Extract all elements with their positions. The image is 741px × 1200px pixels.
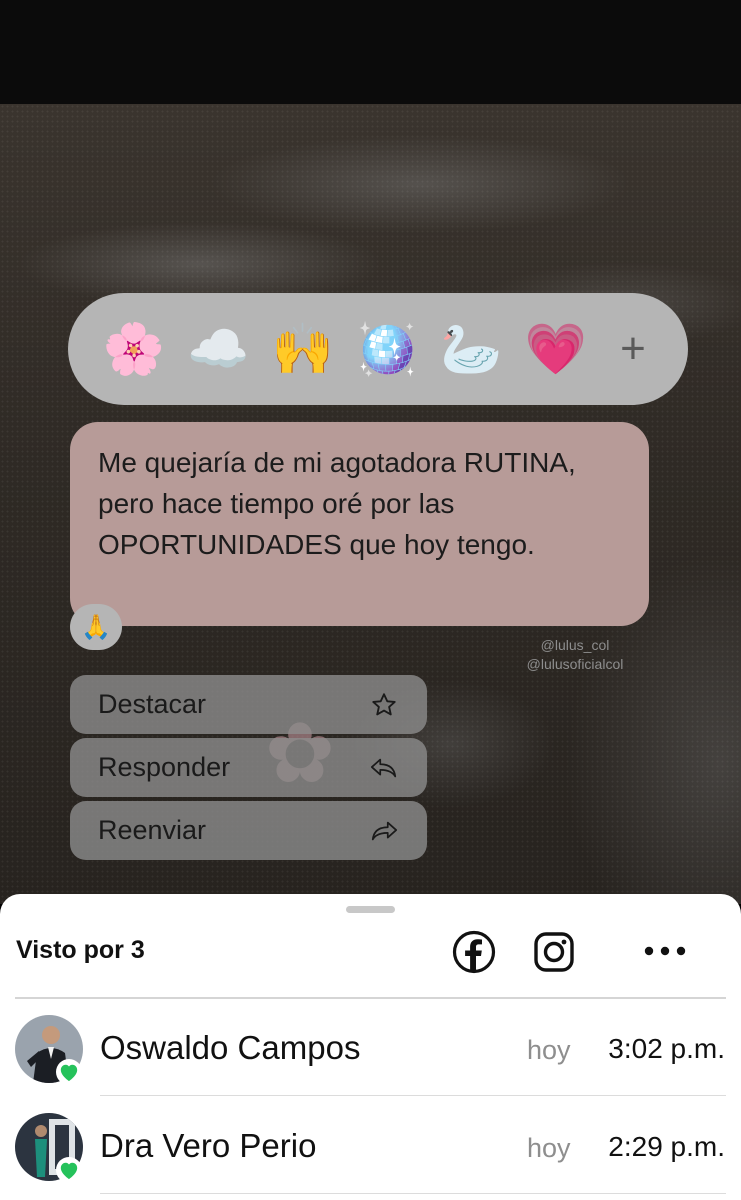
menu-item-label: Reenviar — [98, 815, 207, 845]
add-reaction-button[interactable]: + — [608, 324, 658, 374]
star-icon — [369, 690, 399, 720]
instagram-icon[interactable] — [532, 930, 576, 974]
menu-item-forward[interactable]: Reenviar — [70, 801, 427, 860]
reaction-growing-heart[interactable]: 💗 — [524, 324, 588, 374]
viewer-row[interactable]: Oswaldo Campos hoy 3:02 p.m. — [0, 999, 741, 1097]
menu-item-label: Destacar — [98, 689, 207, 719]
menu-item-reply[interactable]: Responder — [70, 738, 427, 797]
status-message-bubble[interactable]: Me quejaría de mi agotadora RUTINA, pero… — [70, 422, 649, 626]
watermark: @lulus_col @lulusoficialcol — [500, 636, 650, 674]
message-text: Me quejaría de mi agotadora RUTINA, pero… — [98, 447, 576, 560]
status-top-bar — [0, 0, 741, 104]
viewer-time: 3:02 p.m. — [608, 1033, 725, 1064]
green-heart-icon — [56, 1059, 82, 1085]
message-reaction-badge[interactable]: 🙏 — [70, 604, 122, 650]
viewer-name: Oswaldo Campos — [100, 1029, 361, 1066]
row-divider — [100, 1095, 726, 1096]
menu-item-label: Responder — [98, 752, 231, 782]
sheet-drag-handle[interactable] — [346, 906, 395, 913]
reaction-cherry-blossom[interactable]: 🌸 — [102, 324, 166, 374]
more-icon[interactable] — [642, 944, 688, 958]
forward-icon — [369, 816, 399, 846]
share-icons — [452, 930, 692, 974]
reaction-mirror-ball[interactable]: 🪩 — [355, 324, 419, 374]
viewer-day: hoy — [527, 1133, 571, 1163]
viewer-name: Dra Vero Perio — [100, 1127, 317, 1164]
seen-count-label: Visto por 3 — [16, 936, 145, 964]
reply-icon — [369, 753, 399, 783]
reaction-raising-hands[interactable]: 🙌 — [271, 324, 335, 374]
menu-item-highlight[interactable]: Destacar — [70, 675, 427, 734]
watermark-line-1: @lulus_col — [540, 637, 610, 653]
watermark-line-2: @lulusoficialcol — [526, 656, 624, 672]
viewer-time: 2:29 p.m. — [608, 1131, 725, 1162]
viewer-day: hoy — [527, 1035, 571, 1065]
row-divider — [100, 1193, 726, 1194]
reaction-cloud[interactable]: ☁️ — [186, 324, 250, 374]
reaction-swan[interactable]: 🦢 — [439, 324, 503, 374]
reaction-picker: 🌸 ☁️ 🙌 🪩 🦢 💗 + — [68, 293, 688, 405]
folded-hands-emoji: 🙏 — [81, 613, 111, 641]
green-heart-icon — [56, 1157, 82, 1183]
viewer-row[interactable]: Dra Vero Perio hoy 2:29 p.m. — [0, 1097, 741, 1195]
facebook-icon[interactable] — [452, 930, 496, 974]
viewers-sheet: Visto por 3 Oswaldo Campos hoy 3:02 p.m.… — [0, 894, 741, 1200]
